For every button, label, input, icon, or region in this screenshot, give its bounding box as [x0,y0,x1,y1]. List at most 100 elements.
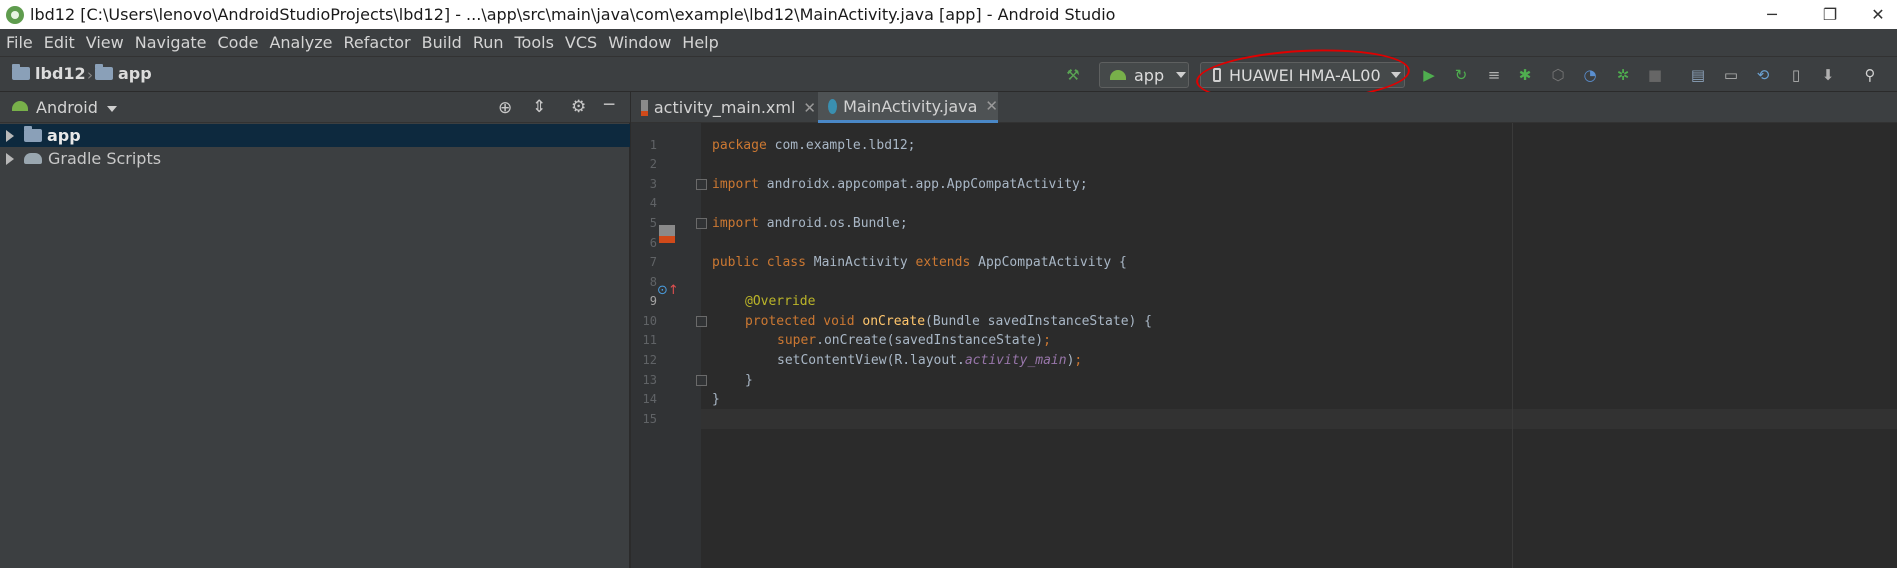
project-view-select[interactable]: Android [36,98,98,117]
code-text: android.os.Bundle; [758,216,908,231]
folder-icon [12,64,30,80]
line-number: 14 [642,392,657,406]
project-structure-icon[interactable]: ▤ [1688,65,1708,85]
menu-vcs[interactable]: VCS [565,33,597,52]
android-icon [1110,70,1126,80]
semicolon: ; [1074,353,1083,368]
locate-icon[interactable]: ⊕ [498,98,512,118]
hammer-icon[interactable]: ⚒ [1063,65,1083,85]
debug-attach-icon[interactable]: ✲ [1613,65,1633,85]
fold-marker-icon[interactable] [696,316,707,327]
code-text: (Bundle savedInstanceState) { [925,314,1153,329]
method-name: onCreate [854,314,926,329]
menu-help[interactable]: Help [682,33,718,52]
attach-debugger-icon[interactable]: ⬡ [1548,65,1568,85]
fold-marker-icon[interactable] [696,375,707,386]
code-line-5[interactable]: import android.os.Bundle; [712,216,908,231]
code-text: MainActivity [805,255,916,270]
menu-refactor[interactable]: Refactor [344,33,411,52]
code-text: androidx.appcompat.app.AppCompatActivity… [758,177,1088,192]
stop-icon[interactable]: ■ [1645,65,1665,85]
code-text: AppCompatActivity { [970,255,1127,270]
menu-code[interactable]: Code [218,33,259,52]
module-folder-icon [24,126,42,142]
run-config-label: app [1134,65,1165,85]
maximize-button[interactable]: ❐ [1803,0,1857,29]
code-line-1[interactable]: package com.example.lbd12; [712,138,916,153]
keyword: extends [915,255,971,270]
tab-mainactivity-java[interactable]: MainActivity.java ✕ [818,92,998,123]
tree-item-gradle-scripts-label: Gradle Scripts [48,149,162,168]
close-tab-icon[interactable]: ✕ [803,99,816,117]
expand-arrow-icon[interactable] [6,129,14,142]
tab-label: MainActivity.java [843,96,978,116]
project-panel-header: Android ⊕ ⇕ ⚙ ─ [0,92,630,123]
override-gutter-icon[interactable]: ⊙↑ [657,283,679,298]
line-number: 13 [642,373,657,387]
breadcrumb-module[interactable]: app [95,64,152,83]
profile-icon[interactable]: ◔ [1580,65,1600,85]
keyword: package [712,138,767,153]
gear-icon[interactable]: ⚙ [571,97,586,117]
fold-marker-icon[interactable] [696,179,707,190]
code-text: setContentView(R.layout. [777,353,965,368]
menu-build[interactable]: Build [422,33,462,52]
menu-view[interactable]: View [86,33,124,52]
tree-item-app[interactable]: app [0,124,630,147]
editor-tabs: activity_main.xml ✕ MainActivity.java ✕ [631,92,1897,123]
close-button[interactable]: ✕ [1851,0,1897,29]
menu-run[interactable]: Run [473,33,504,52]
hide-panel-icon[interactable]: ─ [604,95,614,115]
line-number: 7 [649,255,657,269]
line-number: 3 [649,177,657,191]
code-line-14[interactable]: } [712,392,720,407]
terminal-icon[interactable]: ▭ [1721,65,1741,85]
menu-window[interactable]: Window [608,33,671,52]
apply-changes-icon[interactable]: ↻ [1451,65,1471,85]
keyword: import [712,177,759,192]
breadcrumb-module-label: app [118,64,152,83]
menu-analyze[interactable]: Analyze [269,33,332,52]
code-text: } [745,373,753,388]
fold-marker-icon[interactable] [696,218,707,229]
java-class-icon [828,98,838,114]
android-icon [12,101,28,111]
menu-edit[interactable]: Edit [44,33,75,52]
debug-icon[interactable]: ✱ [1515,65,1535,85]
expand-arrow-icon[interactable] [6,152,14,165]
minimize-button[interactable]: ─ [1745,0,1799,29]
collapse-all-icon[interactable]: ⇕ [532,97,546,117]
code-text: com.example.lbd12; [766,138,916,153]
sync-gradle-icon[interactable]: ⟲ [1753,65,1773,85]
code-line-12[interactable]: setContentView(R.layout.activity_main); [777,353,1082,368]
menu-tools[interactable]: Tools [515,33,554,52]
code-line-3[interactable]: import androidx.appcompat.app.AppCompatA… [712,177,1088,192]
breadcrumb-project[interactable]: lbd12 [12,64,86,83]
keyword: import [712,216,759,231]
line-number: 8 [649,275,657,289]
menu-navigate[interactable]: Navigate [135,33,207,52]
code-line-7[interactable]: public class MainActivity extends AppCom… [712,255,1127,270]
editor-area: activity_main.xml ✕ MainActivity.java ✕ … [631,92,1897,568]
close-tab-icon[interactable]: ✕ [985,97,998,115]
code-line-9[interactable]: @Override [745,294,815,309]
tab-label: activity_main.xml [653,98,796,117]
search-icon[interactable]: ⚲ [1860,65,1880,85]
list-icon[interactable]: ≡ [1484,65,1504,85]
layout-file-gutter-icon[interactable] [659,225,675,243]
code-text: .onCreate(savedInstanceState) [816,333,1044,348]
run-config-select[interactable]: app [1099,62,1189,88]
tree-item-gradle-scripts[interactable]: Gradle Scripts [0,147,630,170]
menu-file[interactable]: File [6,33,33,52]
android-studio-icon [6,5,24,24]
run-icon[interactable]: ▶ [1419,65,1439,85]
avd-manager-icon[interactable]: ▯ [1786,65,1806,85]
tab-activity-main-xml[interactable]: activity_main.xml ✕ [631,92,816,123]
code-line-11[interactable]: super.onCreate(savedInstanceState); [777,333,1051,348]
sdk-manager-icon[interactable]: ⬇ [1818,65,1838,85]
code-line-13[interactable]: } [745,373,753,388]
code-line-10[interactable]: protected void onCreate(Bundle savedInst… [745,314,1152,329]
line-number: 4 [649,196,657,210]
dropdown-arrow-icon[interactable] [107,106,117,112]
window-title-bar: lbd12 [C:\Users\lenovo\AndroidStudioProj… [0,0,1897,29]
